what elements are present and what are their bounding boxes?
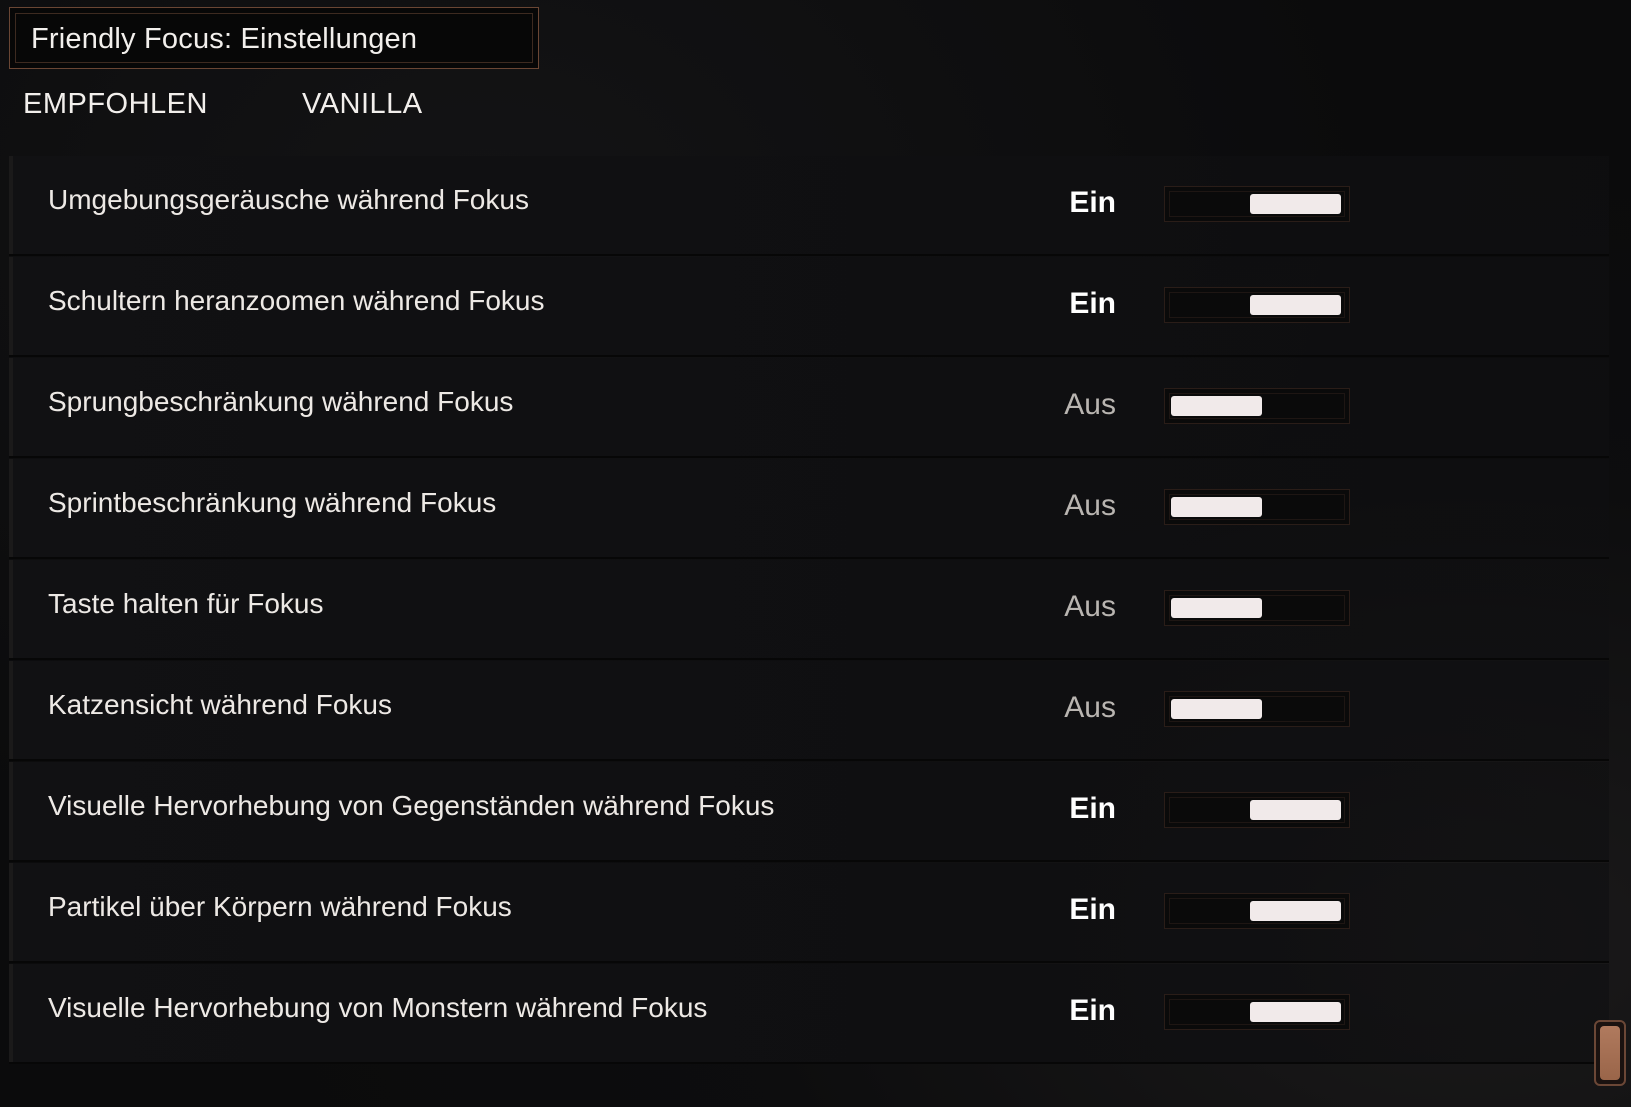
setting-state: Ein bbox=[1069, 287, 1116, 320]
setting-state: Aus bbox=[1064, 489, 1116, 522]
setting-state: Aus bbox=[1064, 691, 1116, 724]
toggle-knob[interactable] bbox=[1171, 396, 1262, 416]
setting-label: Visuelle Hervorhebung von Monstern währe… bbox=[48, 992, 708, 1023]
settings-list: Umgebungsgeräusche während Fokus Ein Sch… bbox=[9, 156, 1609, 1101]
preset-vanilla-button[interactable]: VANILLA bbox=[302, 88, 423, 121]
settings-screen: Friendly Focus: Einstellungen EMPFOHLEN … bbox=[0, 0, 1631, 1107]
setting-label: Sprungbeschränkung während Fokus bbox=[48, 386, 514, 417]
setting-toggle[interactable] bbox=[1164, 893, 1350, 929]
setting-row-monster-highlight[interactable]: Visuelle Hervorhebung von Monstern währe… bbox=[9, 964, 1609, 1064]
toggle-knob[interactable] bbox=[1250, 800, 1341, 820]
setting-toggle[interactable] bbox=[1164, 287, 1350, 323]
setting-row-body-particles[interactable]: Partikel über Körpern während Fokus Ein bbox=[9, 863, 1609, 963]
setting-toggle[interactable] bbox=[1164, 691, 1350, 727]
setting-label: Sprintbeschränkung während Fokus bbox=[48, 487, 497, 518]
page-title: Friendly Focus: Einstellungen bbox=[31, 23, 418, 55]
setting-row-item-highlight[interactable]: Visuelle Hervorhebung von Gegenständen w… bbox=[9, 762, 1609, 862]
setting-row-hold-key[interactable]: Taste halten für Fokus Aus bbox=[9, 560, 1609, 660]
setting-label: Taste halten für Fokus bbox=[48, 588, 324, 619]
setting-label: Umgebungsgeräusche während Fokus bbox=[48, 184, 529, 215]
toggle-knob[interactable] bbox=[1250, 1002, 1341, 1022]
preset-recommended-button[interactable]: EMPFOHLEN bbox=[23, 88, 208, 121]
setting-state: Ein bbox=[1069, 186, 1116, 219]
setting-label: Katzensicht während Fokus bbox=[48, 689, 392, 720]
toggle-knob[interactable] bbox=[1171, 699, 1262, 719]
setting-row-sprint-restriction[interactable]: Sprintbeschränkung während Fokus Aus bbox=[9, 459, 1609, 559]
scrollbar-thumb[interactable] bbox=[1600, 1026, 1620, 1080]
setting-row-jump-restriction[interactable]: Sprungbeschränkung während Fokus Aus bbox=[9, 358, 1609, 458]
setting-state: Aus bbox=[1064, 590, 1116, 623]
toggle-knob[interactable] bbox=[1250, 295, 1341, 315]
setting-state: Ein bbox=[1069, 792, 1116, 825]
scrollbar[interactable] bbox=[1594, 1020, 1626, 1086]
toggle-knob[interactable] bbox=[1250, 194, 1341, 214]
setting-state: Ein bbox=[1069, 893, 1116, 926]
setting-toggle[interactable] bbox=[1164, 186, 1350, 222]
setting-label: Schultern heranzoomen während Fokus bbox=[48, 285, 545, 316]
setting-state: Aus bbox=[1064, 388, 1116, 421]
setting-state: Ein bbox=[1069, 994, 1116, 1027]
setting-toggle[interactable] bbox=[1164, 388, 1350, 424]
setting-row-shoulder-zoom[interactable]: Schultern heranzoomen während Fokus Ein bbox=[9, 257, 1609, 357]
title-panel: Friendly Focus: Einstellungen bbox=[9, 7, 539, 69]
toggle-knob[interactable] bbox=[1171, 598, 1262, 618]
setting-label: Visuelle Hervorhebung von Gegenständen w… bbox=[48, 790, 775, 821]
setting-label: Partikel über Körpern während Fokus bbox=[48, 891, 512, 922]
setting-toggle[interactable] bbox=[1164, 489, 1350, 525]
setting-row-cat-vision[interactable]: Katzensicht während Fokus Aus bbox=[9, 661, 1609, 761]
setting-toggle[interactable] bbox=[1164, 994, 1350, 1030]
toggle-knob[interactable] bbox=[1250, 901, 1341, 921]
toggle-knob[interactable] bbox=[1171, 497, 1262, 517]
setting-toggle[interactable] bbox=[1164, 590, 1350, 626]
setting-row-ambient-sounds[interactable]: Umgebungsgeräusche während Fokus Ein bbox=[9, 156, 1609, 256]
setting-toggle[interactable] bbox=[1164, 792, 1350, 828]
